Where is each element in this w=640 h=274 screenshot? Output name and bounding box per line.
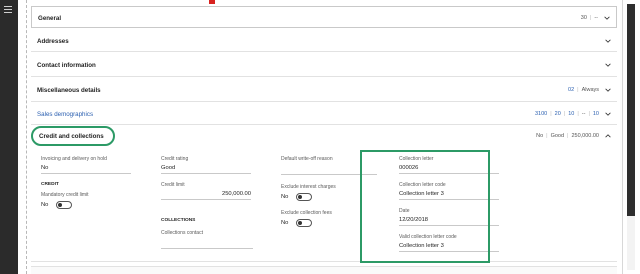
fasttab-container: General 30 | -- Addresses Contact informat… — [26, 0, 620, 274]
chevron-down-icon[interactable] — [605, 87, 611, 93]
toggle-switch[interactable] — [296, 193, 313, 201]
collections-contact-field[interactable]: Collections contact — [161, 230, 253, 249]
fasttab-summary: No | Good | 250,000.00 — [536, 133, 599, 139]
hamburger-icon[interactable] — [4, 6, 12, 14]
fasttab-title: Sales demographics — [37, 111, 94, 118]
fasttab-addresses[interactable]: Addresses — [31, 30, 617, 52]
fasttab-title: Miscellaneous details — [37, 87, 101, 94]
fasttab-title: General — [38, 15, 62, 22]
toggle-switch[interactable] — [56, 201, 73, 209]
highlight-box — [360, 150, 490, 263]
fasttab-title[interactable]: Credit and collections — [39, 133, 104, 140]
mandatory-credit-limit-field[interactable]: Mandatory credit limit No — [41, 192, 131, 209]
scrollbar-thumb[interactable] — [627, 4, 635, 216]
fasttab-summary: 30 | -- — [580, 15, 598, 21]
credit-rating-field[interactable]: Credit rating Good — [161, 156, 251, 174]
credit-limit-field[interactable]: Credit limit 250,000.00 — [161, 182, 251, 200]
fasttab-general[interactable]: General 30 | -- — [31, 6, 617, 28]
fasttab-contact-information[interactable]: Contact information — [31, 53, 617, 77]
toggle-switch[interactable] — [296, 219, 313, 227]
fasttab-summary: 3100 | 20 | 10 | -- | 10 — [534, 111, 599, 117]
invoicing-hold-field[interactable]: Invoicing and delivery on hold No — [41, 156, 131, 174]
chevron-down-icon[interactable] — [604, 15, 610, 21]
chevron-down-icon[interactable] — [605, 38, 611, 44]
chevron-down-icon[interactable] — [605, 111, 611, 117]
chevron-up-icon[interactable] — [605, 133, 611, 139]
fasttab-title: Contact information — [37, 62, 96, 69]
navigation-pane — [0, 0, 18, 274]
fasttab-credit-and-collections: Credit and collections No | Good | 250,000.0… — [31, 126, 617, 262]
fasttab-sales-demographics[interactable]: Sales demographics 3100 | 20 | 10 | -- | 10 — [31, 103, 617, 125]
next-fasttab-edge — [31, 266, 617, 274]
chevron-down-icon[interactable] — [605, 62, 611, 68]
fasttab-summary: 02 | Always — [568, 87, 599, 93]
scroll-marker — [209, 0, 215, 4]
fasttab-title: Addresses — [37, 38, 69, 45]
credit-heading: CREDIT — [41, 182, 59, 187]
fasttab-miscellaneous-details[interactable]: Miscellaneous details 02 | Always — [31, 78, 617, 102]
collections-heading: COLLECTIONS — [161, 218, 196, 223]
vertical-scrollbar[interactable] — [622, 0, 640, 274]
